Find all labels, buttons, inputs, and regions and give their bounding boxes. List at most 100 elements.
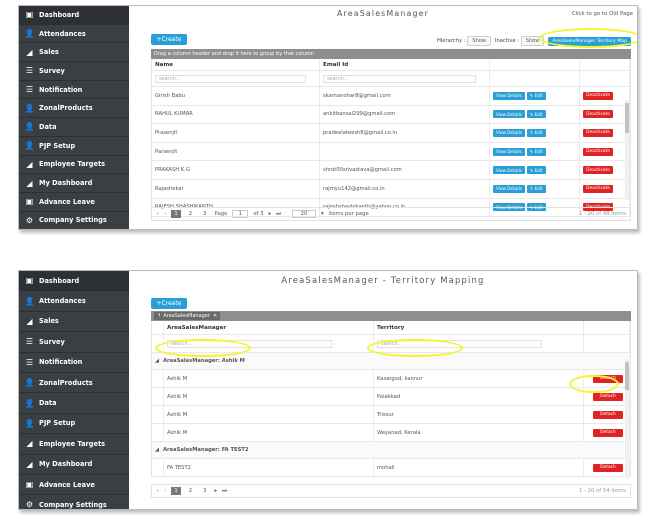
view-details-button[interactable]: View Details [493,91,525,100]
sidebar-item-sales[interactable]: ◢ Sales [19,43,129,63]
deactivate-button[interactable]: Deactivate [583,184,613,193]
per-page-chevron-icon[interactable]: ▾ [321,211,324,217]
grid-scrollbar[interactable] [625,359,629,479]
collapse-caret-icon[interactable]: ◢ [155,358,159,364]
page-3-button[interactable]: 3 [200,487,209,495]
prev-page-icon[interactable]: ‹ [164,211,166,217]
sidebar-item-label: Advance Leave [39,480,95,489]
sidebar-item-attendances[interactable]: 👤 Attendances [19,25,129,44]
sidebar-item-my-dashboard[interactable]: ◢ My Dashboard [19,455,129,475]
sidebar-item-employee-targets[interactable]: ◢ Employee Targets [19,156,129,175]
edit-button[interactable]: ✎ Edit [526,184,546,193]
edit-button[interactable]: ✎ Edit [526,91,546,100]
edit-button[interactable]: ✎ Edit [526,147,546,156]
name-filter-input[interactable]: search.. [155,74,306,83]
sidebar-item-data[interactable]: 👤 Data [19,393,129,414]
user-icon: 👤 [24,103,35,113]
detach-button[interactable]: Detach [593,392,623,401]
cell-actions: View Details ✎ Edit [490,105,580,124]
sidebar-item-employee-targets[interactable]: ◢ Employee Targets [19,434,129,455]
deactivate-button[interactable]: Deactivate [583,166,613,175]
group-tag[interactable]: ↑ AreaSalesManager ✕ [154,312,221,320]
sidebar-item-company-settings[interactable]: ⚙ Company Settings [19,212,129,229]
territory-map-button[interactable]: AreaSalesManager Territory Map [548,36,631,46]
sidebar-item-notification[interactable]: ☰ Notification [19,81,129,100]
next-page-icon[interactable]: ▸ [215,488,218,494]
hierarchy-toggle[interactable]: Show [467,36,491,46]
last-page-icon[interactable]: ⏭ [222,488,227,495]
scroll-thumb[interactable] [625,362,629,390]
grid-scrollbar[interactable] [625,100,629,200]
create-button[interactable]: +Create [151,298,187,309]
sidebar-item-data[interactable]: 👤 Data [19,118,129,137]
view-details-button[interactable]: View Details [493,110,525,119]
collapse-caret-icon[interactable]: ◢ [155,447,159,453]
detach-button[interactable]: Detach [593,410,623,419]
sidebar-item-advance-leave[interactable]: ▣ Advance Leave [19,193,129,212]
sidebar-item-dashboard[interactable]: ▣ Dashboard [19,271,129,292]
detach-button[interactable]: Detach [593,428,623,437]
deactivate-button[interactable]: Deactivate [583,128,613,137]
page-1-button[interactable]: 1 [171,487,181,495]
last-page-icon[interactable]: ⏭ [276,211,281,218]
first-page-icon[interactable]: « [156,211,159,217]
prev-page-icon[interactable]: ‹ [164,488,166,494]
sidebar-item-survey[interactable]: ☰ Survey [19,332,129,353]
table-row: Ashik M Palakkad Detach [152,388,630,406]
sidebar-item-attendances[interactable]: 👤 Attendances [19,291,129,312]
main-panel: AreaSalesManager - Territory Mapping +Cr… [129,271,637,509]
page-2-button[interactable]: 2 [186,487,195,495]
group-header-row[interactable]: ◢ AreaSalesManager: FA TEST2 [152,442,630,459]
deactivate-button[interactable]: Deactivate [583,147,613,156]
sidebar-item-pjp-setup[interactable]: 👤 PJP Setup [19,137,129,156]
edit-button[interactable]: ✎ Edit [526,110,546,119]
territory-filter-input[interactable]: search.. [377,339,542,348]
email-filter-input[interactable]: search.. [323,74,476,83]
sidebar-item-pjp-setup[interactable]: 👤 PJP Setup [19,414,129,435]
view-details-button[interactable]: View Details [493,166,525,175]
column-header-email[interactable]: Email Id [320,59,490,70]
view-details-button[interactable]: View Details [493,147,525,156]
page-input[interactable]: 1 [232,210,249,218]
page-3-button[interactable]: 3 [200,210,209,218]
create-button[interactable]: +Create [151,34,187,45]
deactivate-button[interactable]: Deactivate [583,110,613,119]
page-1-button[interactable]: 1 [171,210,181,218]
cell-asm: FA TEST2 [164,459,374,476]
inactive-toggle[interactable]: Show [520,36,545,46]
sliders-icon: ☰ [25,357,34,367]
sidebar-item-my-dashboard[interactable]: ◢ My Dashboard [19,174,129,193]
column-header-asm[interactable]: AreaSalesManager [164,321,374,334]
column-header-name[interactable]: Name [152,59,320,70]
user-icon: 👤 [24,398,35,408]
close-icon[interactable]: ✕ [213,313,217,319]
old-page-link[interactable]: Click to go to Old Page [572,11,633,17]
sidebar-item-zonalproducts[interactable]: 👤 ZonalProducts [19,99,129,119]
group-drop-area[interactable]: Drag a column header and drop it here to… [151,49,631,59]
column-header-territory[interactable]: Territory [374,321,584,334]
detach-button[interactable]: Detach [593,463,623,472]
sidebar-item-survey[interactable]: ☰ Survey [19,62,129,81]
sidebar-item-notification[interactable]: ☰ Notification [19,353,129,373]
table-row: Ashik M Kasargod, kannur Detach [152,370,630,388]
page-2-button[interactable]: 2 [186,210,195,218]
sidebar-item-zonalproducts[interactable]: 👤 ZonalProducts [19,373,129,394]
deactivate-button[interactable]: Deactivate [583,91,613,100]
detach-button[interactable]: Detach [593,374,623,383]
edit-button[interactable]: ✎ Edit [526,166,546,175]
sidebar-item-advance-leave[interactable]: ▣ Advance Leave [19,475,129,496]
per-page-select[interactable]: 20 [291,210,316,218]
sidebar-item-sales[interactable]: ◢ Sales [19,312,129,333]
edit-button[interactable]: ✎ Edit [526,128,546,137]
sidebar-item-dashboard[interactable]: ▣ Dashboard [19,6,129,25]
scroll-thumb[interactable] [625,103,629,133]
group-drop-area[interactable]: ↑ AreaSalesManager ✕ [151,311,631,321]
sliders-icon: ☰ [25,85,34,95]
first-page-icon[interactable]: « [156,488,159,494]
next-page-icon[interactable]: ▸ [269,211,272,217]
asm-filter-input[interactable]: search.. [167,339,332,348]
sidebar-item-company-settings[interactable]: ⚙ Company Settings [19,495,129,509]
group-header-row[interactable]: ◢ AreaSalesManager: Ashik M [152,353,630,370]
view-details-button[interactable]: View Details [493,184,525,193]
view-details-button[interactable]: View Details [493,128,525,137]
